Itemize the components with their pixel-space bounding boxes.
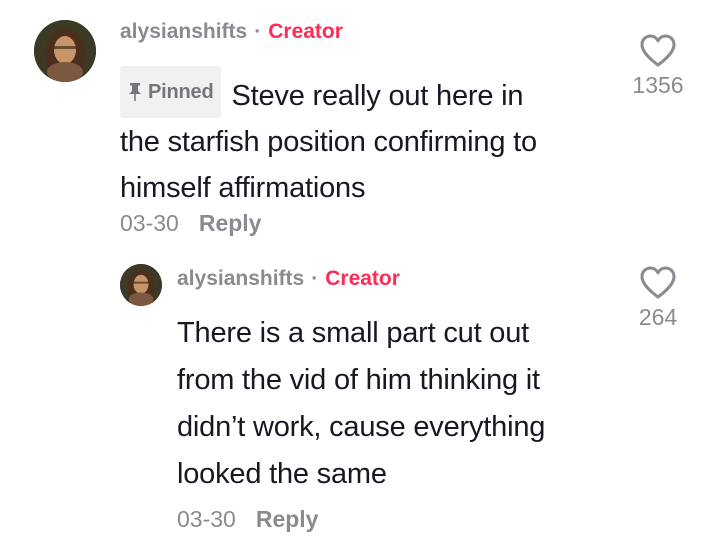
- comment-date: 03-30: [177, 506, 236, 532]
- reply-button[interactable]: Reply: [199, 210, 262, 237]
- comment-text-line: didn’t work, cause everything: [177, 411, 546, 443]
- creator-badge: Creator: [325, 267, 400, 290]
- username[interactable]: alysianshifts: [120, 20, 247, 44]
- comment-text-line: himself affirmations: [120, 172, 366, 204]
- like-count: 1356: [632, 72, 684, 98]
- like-group: 264: [626, 266, 690, 331]
- reply-button[interactable]: Reply: [256, 506, 319, 533]
- comment-meta: 03-30 Reply: [177, 506, 318, 533]
- comment-text: Pinned Steve really out here in the star…: [120, 66, 620, 211]
- comment-text: There is a small part cut out from the v…: [177, 310, 617, 498]
- avatar[interactable]: [34, 20, 96, 82]
- heart-outline-icon[interactable]: [640, 34, 676, 68]
- pinned-badge: Pinned: [120, 66, 222, 118]
- comment-item: alysianshifts · Creator Pinned Steve rea…: [0, 0, 720, 250]
- avatar[interactable]: [120, 264, 162, 306]
- username[interactable]: alysianshifts: [177, 267, 304, 291]
- creator-badge: Creator: [268, 20, 343, 43]
- comment-header: alysianshifts · Creator: [177, 267, 400, 291]
- comment-text-line: the starfish position confirming to: [120, 126, 537, 158]
- like-count: 264: [638, 304, 678, 330]
- comment-text-line: There is a small part cut out: [177, 317, 530, 349]
- pinned-label: Pinned: [148, 81, 214, 103]
- like-group: 1356: [626, 34, 690, 99]
- separator-dot: ·: [254, 20, 262, 43]
- reply-comment-item: alysianshifts · Creator There is a small…: [0, 250, 720, 538]
- comment-date: 03-30: [120, 210, 179, 236]
- comment-meta: 03-30 Reply: [120, 210, 261, 237]
- separator-dot: ·: [311, 267, 319, 290]
- comment-text-line: from the vid of him thinking it: [177, 364, 540, 396]
- comment-header: alysianshifts · Creator: [120, 20, 343, 44]
- comment-text-line: Steve really out here in: [231, 80, 524, 112]
- comment-text-line: looked the same: [177, 458, 387, 490]
- heart-outline-icon[interactable]: [640, 266, 676, 300]
- pin-icon: [129, 83, 141, 101]
